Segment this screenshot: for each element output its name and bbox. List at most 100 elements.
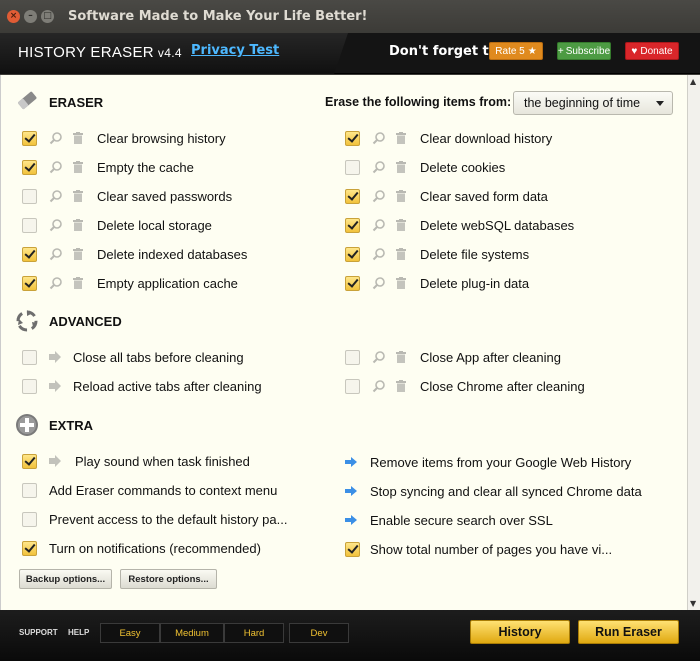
trash-icon[interactable] bbox=[73, 219, 83, 231]
option-row[interactable]: Play sound when task finished bbox=[22, 451, 250, 471]
trash-icon[interactable] bbox=[396, 219, 406, 231]
restore-options-button[interactable]: Restore options... bbox=[120, 569, 217, 589]
option-row[interactable]: Show total number of pages you have vi..… bbox=[345, 539, 612, 559]
magnifier-icon[interactable] bbox=[49, 189, 63, 203]
scroll-down-icon[interactable]: ▼ bbox=[690, 599, 696, 608]
level-easy-button[interactable]: Easy bbox=[100, 623, 160, 643]
option-row[interactable]: Add Eraser commands to context menu bbox=[22, 480, 277, 500]
trash-icon[interactable] bbox=[396, 132, 406, 144]
checkbox[interactable] bbox=[22, 275, 37, 291]
trash-icon[interactable] bbox=[396, 351, 406, 363]
checkbox[interactable] bbox=[345, 246, 360, 262]
checkbox[interactable] bbox=[22, 453, 37, 469]
option-row[interactable]: Delete cookies bbox=[345, 157, 505, 177]
checkbox[interactable] bbox=[22, 188, 37, 204]
window-maximize-button[interactable]: □ bbox=[41, 10, 54, 23]
eraser-icon bbox=[18, 91, 37, 110]
checkbox[interactable] bbox=[22, 482, 37, 498]
rate-button[interactable]: Rate 5 ★ bbox=[489, 42, 543, 60]
level-dev-button[interactable]: Dev bbox=[289, 623, 349, 643]
trash-icon[interactable] bbox=[73, 248, 83, 260]
magnifier-icon[interactable] bbox=[49, 131, 63, 145]
window-minimize-button[interactable]: – bbox=[24, 10, 37, 23]
scroll-up-icon[interactable]: ▲ bbox=[690, 77, 696, 86]
checkbox[interactable] bbox=[345, 188, 360, 204]
option-row[interactable]: Turn on notifications (recommended) bbox=[22, 538, 261, 558]
magnifier-icon[interactable] bbox=[372, 379, 386, 393]
option-label: Close all tabs before cleaning bbox=[73, 349, 244, 365]
checkbox[interactable] bbox=[345, 130, 360, 146]
checkbox[interactable] bbox=[345, 159, 360, 175]
checkbox[interactable] bbox=[345, 275, 360, 291]
option-label: Show total number of pages you have vi..… bbox=[370, 541, 613, 557]
window-close-button[interactable]: × bbox=[7, 10, 20, 23]
erase-from-select[interactable]: the beginning of time bbox=[513, 91, 673, 115]
trash-icon[interactable] bbox=[396, 161, 406, 173]
magnifier-icon[interactable] bbox=[49, 160, 63, 174]
option-row[interactable]: Close Chrome after cleaning bbox=[345, 376, 585, 396]
option-row[interactable]: Clear saved form data bbox=[345, 186, 548, 206]
option-row[interactable]: Empty the cache bbox=[22, 157, 194, 177]
trash-icon[interactable] bbox=[73, 132, 83, 144]
option-row[interactable]: Delete indexed databases bbox=[22, 244, 247, 264]
trash-icon[interactable] bbox=[396, 380, 406, 392]
help-link[interactable]: HELP bbox=[68, 628, 89, 637]
magnifier-icon[interactable] bbox=[372, 247, 386, 261]
run-eraser-button[interactable]: Run Eraser bbox=[578, 620, 679, 644]
privacy-test-link[interactable]: Privacy Test bbox=[191, 43, 279, 58]
backup-options-button[interactable]: Backup options... bbox=[19, 569, 112, 589]
magnifier-icon[interactable] bbox=[49, 276, 63, 290]
option-row[interactable]: Close App after cleaning bbox=[345, 347, 561, 367]
magnifier-icon[interactable] bbox=[372, 189, 386, 203]
magnifier-icon[interactable] bbox=[372, 160, 386, 174]
option-row[interactable]: Delete webSQL databases bbox=[345, 215, 574, 235]
option-row[interactable]: Delete local storage bbox=[22, 215, 212, 235]
magnifier-icon[interactable] bbox=[372, 218, 386, 232]
checkbox[interactable] bbox=[345, 217, 360, 233]
checkbox[interactable] bbox=[22, 349, 37, 365]
option-row[interactable]: Clear saved passwords bbox=[22, 186, 232, 206]
magnifier-icon[interactable] bbox=[372, 131, 386, 145]
magnifier-icon[interactable] bbox=[372, 276, 386, 290]
magnifier-icon[interactable] bbox=[49, 247, 63, 261]
history-button[interactable]: History bbox=[470, 620, 570, 644]
option-row[interactable]: Delete plug-in data bbox=[345, 273, 529, 293]
subscribe-button[interactable]: + Subscribe bbox=[557, 42, 611, 60]
option-row[interactable]: Remove items from your Google Web Histor… bbox=[345, 452, 631, 472]
checkbox[interactable] bbox=[345, 541, 360, 557]
checkbox[interactable] bbox=[22, 246, 37, 262]
checkbox[interactable] bbox=[22, 217, 37, 233]
checkbox[interactable] bbox=[22, 511, 37, 527]
scrollbar[interactable]: ▲ ▼ bbox=[687, 75, 700, 610]
level-hard-button[interactable]: Hard bbox=[224, 623, 284, 643]
option-row[interactable]: Empty application cache bbox=[22, 273, 238, 293]
option-row[interactable]: Delete file systems bbox=[345, 244, 529, 264]
option-label: Add Eraser commands to context menu bbox=[49, 482, 278, 498]
trash-icon[interactable] bbox=[73, 161, 83, 173]
magnifier-icon[interactable] bbox=[49, 218, 63, 232]
trash-icon[interactable] bbox=[73, 190, 83, 202]
trash-icon[interactable] bbox=[396, 190, 406, 202]
checkbox[interactable] bbox=[345, 349, 360, 365]
checkbox[interactable] bbox=[22, 540, 37, 556]
donate-button[interactable]: ♥ Donate bbox=[625, 42, 679, 60]
option-row[interactable]: Clear download history bbox=[345, 128, 552, 148]
checkbox[interactable] bbox=[22, 378, 37, 394]
option-row[interactable]: Clear browsing history bbox=[22, 128, 226, 148]
option-row[interactable]: Close all tabs before cleaning bbox=[22, 347, 244, 367]
trash-icon[interactable] bbox=[396, 277, 406, 289]
checkbox[interactable] bbox=[22, 130, 37, 146]
option-row[interactable]: Enable secure search over SSL bbox=[345, 510, 553, 530]
magnifier-icon[interactable] bbox=[372, 350, 386, 364]
option-label: Delete webSQL databases bbox=[420, 217, 575, 233]
checkbox[interactable] bbox=[345, 378, 360, 394]
option-row[interactable]: Reload active tabs after cleaning bbox=[22, 376, 262, 396]
checkbox[interactable] bbox=[22, 159, 37, 175]
level-medium-button[interactable]: Medium bbox=[160, 623, 224, 643]
trash-icon[interactable] bbox=[73, 277, 83, 289]
footer-bar: SUPPORT HELP Easy Medium Hard Dev Histor… bbox=[0, 610, 700, 661]
trash-icon[interactable] bbox=[396, 248, 406, 260]
support-link[interactable]: SUPPORT bbox=[19, 628, 58, 637]
option-row[interactable]: Stop syncing and clear all synced Chrome… bbox=[345, 481, 642, 501]
option-row[interactable]: Prevent access to the default history pa… bbox=[22, 509, 287, 529]
